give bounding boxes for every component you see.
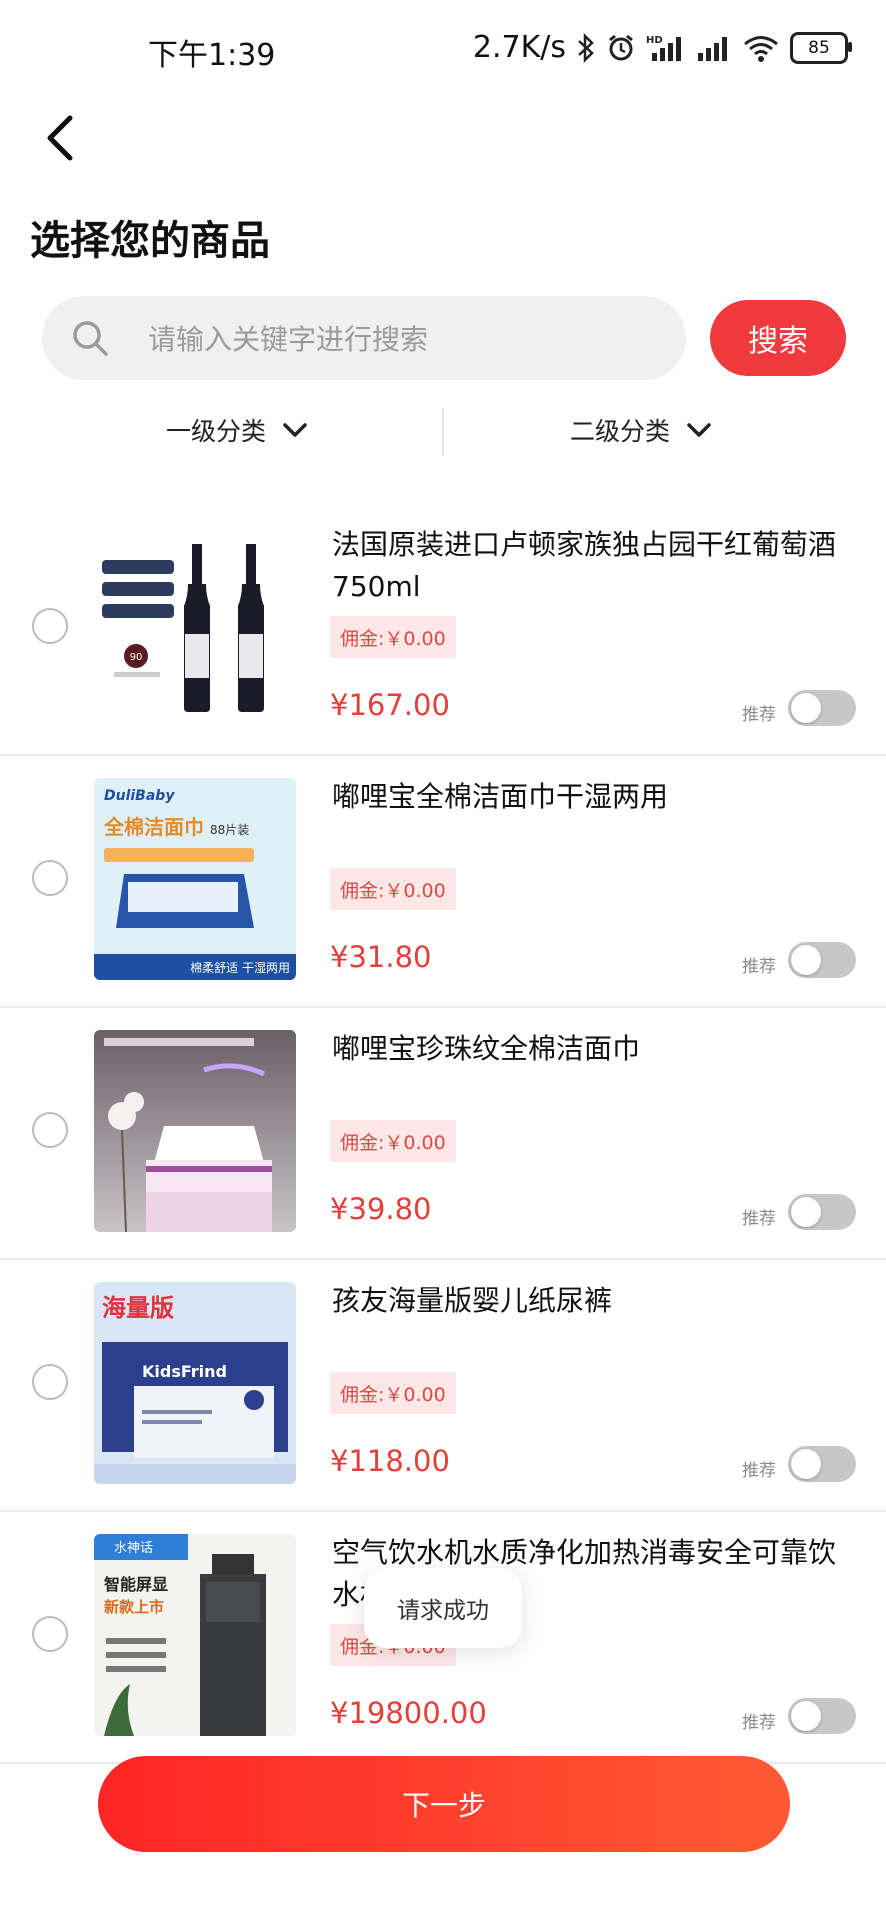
select-radio[interactable] <box>32 1112 68 1148</box>
product-image-diapers: 海量版 KidsFrind <box>94 1282 296 1484</box>
product-name: 孩友海量版婴儿纸尿裤 <box>332 1284 613 1317</box>
level2-category-label: 二级分类 <box>570 417 671 446</box>
toast-message: 请求成功 <box>364 1568 522 1648</box>
filter-divider <box>442 408 444 456</box>
recommend-toggle[interactable] <box>788 690 856 726</box>
product-item[interactable]: 海量版 KidsFrind 孩友海量版婴儿纸尿裤 佣金:￥0.00 ¥118.0… <box>0 1260 886 1512</box>
product-item[interactable]: 嘟哩宝珍珠纹全棉洁面巾 佣金:￥0.00 ¥39.80 推荐 <box>0 1008 886 1260</box>
product-price: ¥39.80 <box>330 1192 432 1226</box>
search-bar <box>42 296 686 380</box>
status-bar: 下午1:39 2.7K/s HD 85 <box>0 0 886 100</box>
recommend-toggle[interactable] <box>788 1194 856 1230</box>
product-price: ¥31.80 <box>330 940 432 974</box>
battery-icon: 85 <box>790 31 852 64</box>
diaper-brand: KidsFrind <box>142 1362 227 1381</box>
recommend-toggle[interactable] <box>788 942 856 978</box>
select-radio[interactable] <box>32 860 68 896</box>
towel-brand: DuliBaby <box>104 788 175 804</box>
recommend-toggle[interactable] <box>788 1446 856 1482</box>
product-image-water-dispenser: 水神话 智能屏显 新款上市 <box>94 1534 296 1736</box>
water-sub: 新款上市 <box>104 1598 164 1616</box>
network-speed: 2.7K/s <box>472 30 566 65</box>
product-image-towel: DuliBaby 全棉洁面巾 88片装 棉柔舒适 干湿两用 <box>94 778 296 980</box>
select-radio[interactable] <box>32 1364 68 1400</box>
wine-score-badge: 90 <box>130 652 143 663</box>
level1-category-dropdown[interactable]: 一级分类 <box>166 412 308 448</box>
chevron-down-icon <box>283 423 307 437</box>
recommend-label: 推荐 <box>742 1461 776 1481</box>
status-icons: 2.7K/s HD 85 <box>472 30 852 65</box>
product-name: 嘟哩宝全棉洁面巾干湿两用 <box>332 780 669 813</box>
recommend-label: 推荐 <box>742 957 776 977</box>
recommend-label: 推荐 <box>742 1713 776 1733</box>
product-item[interactable]: DuliBaby 全棉洁面巾 88片装 棉柔舒适 干湿两用 嘟哩宝全棉洁面巾干湿… <box>0 756 886 1008</box>
select-radio[interactable] <box>32 1616 68 1652</box>
recommend-label: 推荐 <box>742 705 776 725</box>
bluetooth-icon <box>576 32 596 63</box>
next-step-button[interactable]: 下一步 <box>98 1756 790 1852</box>
level1-category-label: 一级分类 <box>166 417 267 446</box>
water-title: 智能屏显 <box>104 1575 168 1594</box>
svg-text:HD: HD <box>646 35 663 46</box>
towel-bottom-text: 棉柔舒适 干湿两用 <box>190 960 290 975</box>
commission-badge: 佣金:￥0.00 <box>330 1372 456 1414</box>
wifi-icon <box>742 33 780 63</box>
signal-hd-icon: HD <box>646 33 686 63</box>
signal-icon <box>696 33 732 63</box>
product-image-pearl-towel <box>94 1030 296 1232</box>
recommend-label: 推荐 <box>742 1209 776 1229</box>
product-price: ¥167.00 <box>330 688 450 722</box>
commission-badge: 佣金:￥0.00 <box>330 616 456 658</box>
product-price: ¥19800.00 <box>330 1696 487 1730</box>
diaper-title: 海量版 <box>102 1294 174 1322</box>
back-button[interactable] <box>40 114 80 162</box>
select-radio[interactable] <box>32 608 68 644</box>
category-filters: 一级分类 二级分类 <box>0 406 886 458</box>
recommend-toggle[interactable] <box>788 1698 856 1734</box>
chevron-left-icon <box>47 115 73 161</box>
towel-title: 全棉洁面巾 <box>103 815 204 839</box>
product-name: 嘟哩宝珍珠纹全棉洁面巾 <box>332 1032 641 1065</box>
page-title: 选择您的商品 <box>30 218 270 264</box>
alarm-icon <box>606 33 636 63</box>
product-image-wine: 90 <box>94 526 296 728</box>
product-name: 法国原装进口卢顿家族独占园干红葡萄酒750ml <box>332 528 837 603</box>
search-icon <box>73 321 108 356</box>
product-item[interactable]: 90 法国原装进口卢顿家族独占园干红葡萄酒750ml 佣金:￥0.00 ¥167… <box>0 504 886 756</box>
chevron-down-icon <box>687 423 711 437</box>
product-price: ¥118.00 <box>330 1444 450 1478</box>
search-input[interactable] <box>146 314 650 364</box>
commission-badge: 佣金:￥0.00 <box>330 1120 456 1162</box>
towel-count: 88片装 <box>210 823 249 837</box>
commission-badge: 佣金:￥0.00 <box>330 868 456 910</box>
water-brand: 水神话 <box>114 1541 153 1556</box>
search-button[interactable]: 搜索 <box>710 300 846 376</box>
level2-category-dropdown[interactable]: 二级分类 <box>570 412 712 448</box>
status-time: 下午1:39 <box>148 38 276 73</box>
